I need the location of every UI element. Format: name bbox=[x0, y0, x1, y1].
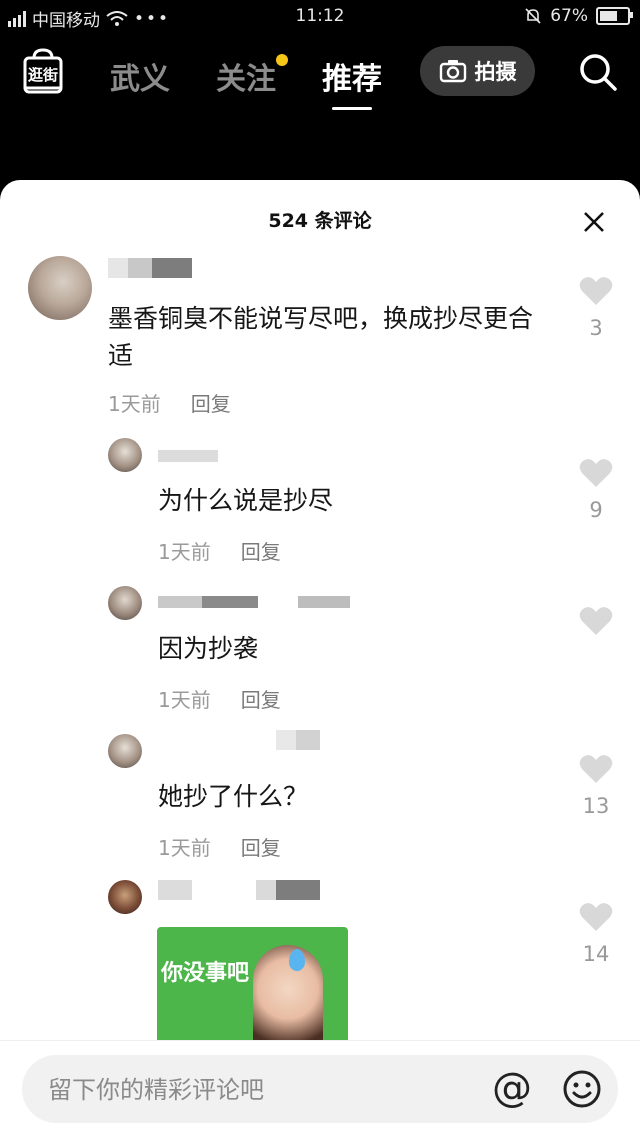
comment-input[interactable] bbox=[46, 1067, 470, 1113]
comment-meta: 1天前 回复 bbox=[158, 684, 281, 713]
heart-icon bbox=[579, 459, 613, 487]
mention-icon[interactable]: @ bbox=[492, 1065, 532, 1111]
bell-muted-icon bbox=[525, 8, 541, 24]
emoji-icon[interactable] bbox=[562, 1069, 602, 1109]
username-blurred[interactable] bbox=[158, 450, 218, 464]
like-button[interactable]: 14 bbox=[578, 902, 614, 966]
tab-following[interactable]: 关注 bbox=[216, 54, 276, 98]
comment-meta: 1天前 回复 bbox=[108, 388, 231, 417]
like-button[interactable]: 13 bbox=[578, 754, 614, 818]
notification-dot bbox=[276, 54, 288, 66]
tab-wuyi[interactable]: 武义 bbox=[110, 54, 170, 98]
battery-icon bbox=[596, 7, 633, 25]
shoot-label: 拍摄 bbox=[474, 60, 517, 84]
comment-count-title: 524 条评论 bbox=[268, 210, 372, 232]
comment-time: 1天前 bbox=[108, 392, 161, 416]
comment-sheet: 524 条评论 墨香铜臭不能说写尽吧，换成抄尽更合适 1天前 回复 3 为什么说… bbox=[0, 180, 640, 1138]
username-blurred[interactable] bbox=[158, 596, 350, 610]
avatar[interactable] bbox=[28, 256, 92, 320]
top-nav: 逛街 武义 关注 推荐 拍摄 bbox=[0, 40, 640, 110]
heart-icon bbox=[579, 277, 613, 305]
comment-meta: 1天前 回复 bbox=[158, 832, 281, 861]
sticker-image[interactable]: 你没事吧 bbox=[157, 927, 348, 1047]
comment-text: 她抄了什么？ bbox=[158, 782, 309, 811]
shoot-button[interactable]: 拍摄 bbox=[420, 46, 535, 96]
comment-meta: 1天前 回复 bbox=[158, 536, 281, 565]
battery-percent: 67% bbox=[550, 6, 588, 26]
reply-button[interactable]: 回复 bbox=[241, 536, 281, 565]
comment-time: 1天前 bbox=[158, 688, 211, 712]
heart-icon bbox=[579, 755, 613, 783]
sticker-face bbox=[253, 945, 323, 1047]
avatar[interactable] bbox=[108, 734, 142, 768]
username-blurred[interactable] bbox=[108, 258, 192, 278]
comment-text: 因为抄袭 bbox=[158, 634, 259, 663]
avatar[interactable] bbox=[108, 438, 142, 472]
shop-logo-icon[interactable]: 逛街 bbox=[22, 48, 64, 96]
like-button[interactable] bbox=[578, 606, 614, 640]
reply-button[interactable]: 回复 bbox=[191, 388, 231, 417]
heart-icon bbox=[579, 903, 613, 931]
sticker-caption: 你没事吧 bbox=[161, 961, 250, 986]
like-count: 13 bbox=[582, 794, 610, 818]
comment-input-bar: @ bbox=[0, 1040, 640, 1139]
username-blurred[interactable] bbox=[276, 730, 320, 750]
like-count: 14 bbox=[582, 942, 610, 966]
like-count: 3 bbox=[589, 316, 603, 340]
reply-button[interactable]: 回复 bbox=[241, 832, 281, 861]
camera-icon bbox=[439, 60, 466, 83]
reply-button[interactable]: 回复 bbox=[241, 684, 281, 713]
avatar[interactable] bbox=[108, 880, 142, 914]
close-icon[interactable] bbox=[582, 210, 606, 234]
shop-logo-text: 逛街 bbox=[27, 66, 58, 84]
tab-recommend[interactable]: 推荐 bbox=[322, 54, 382, 110]
like-count: 9 bbox=[589, 498, 603, 522]
sweat-drop-icon bbox=[289, 949, 305, 971]
username-blurred[interactable] bbox=[158, 880, 320, 900]
heart-icon bbox=[579, 607, 613, 635]
search-icon[interactable] bbox=[578, 52, 618, 92]
like-button[interactable]: 9 bbox=[578, 458, 614, 522]
comment-time: 1天前 bbox=[158, 836, 211, 860]
comment-text: 为什么说是抄尽 bbox=[158, 486, 334, 515]
avatar[interactable] bbox=[108, 586, 142, 620]
comment-text: 墨香铜臭不能说写尽吧，换成抄尽更合适 bbox=[108, 304, 534, 370]
comment-time: 1天前 bbox=[158, 540, 211, 564]
comment-input-box[interactable]: @ bbox=[22, 1055, 618, 1123]
status-bar: 中国移动 ••• 11:12 67% bbox=[0, 0, 640, 34]
like-button[interactable]: 3 bbox=[578, 276, 614, 340]
